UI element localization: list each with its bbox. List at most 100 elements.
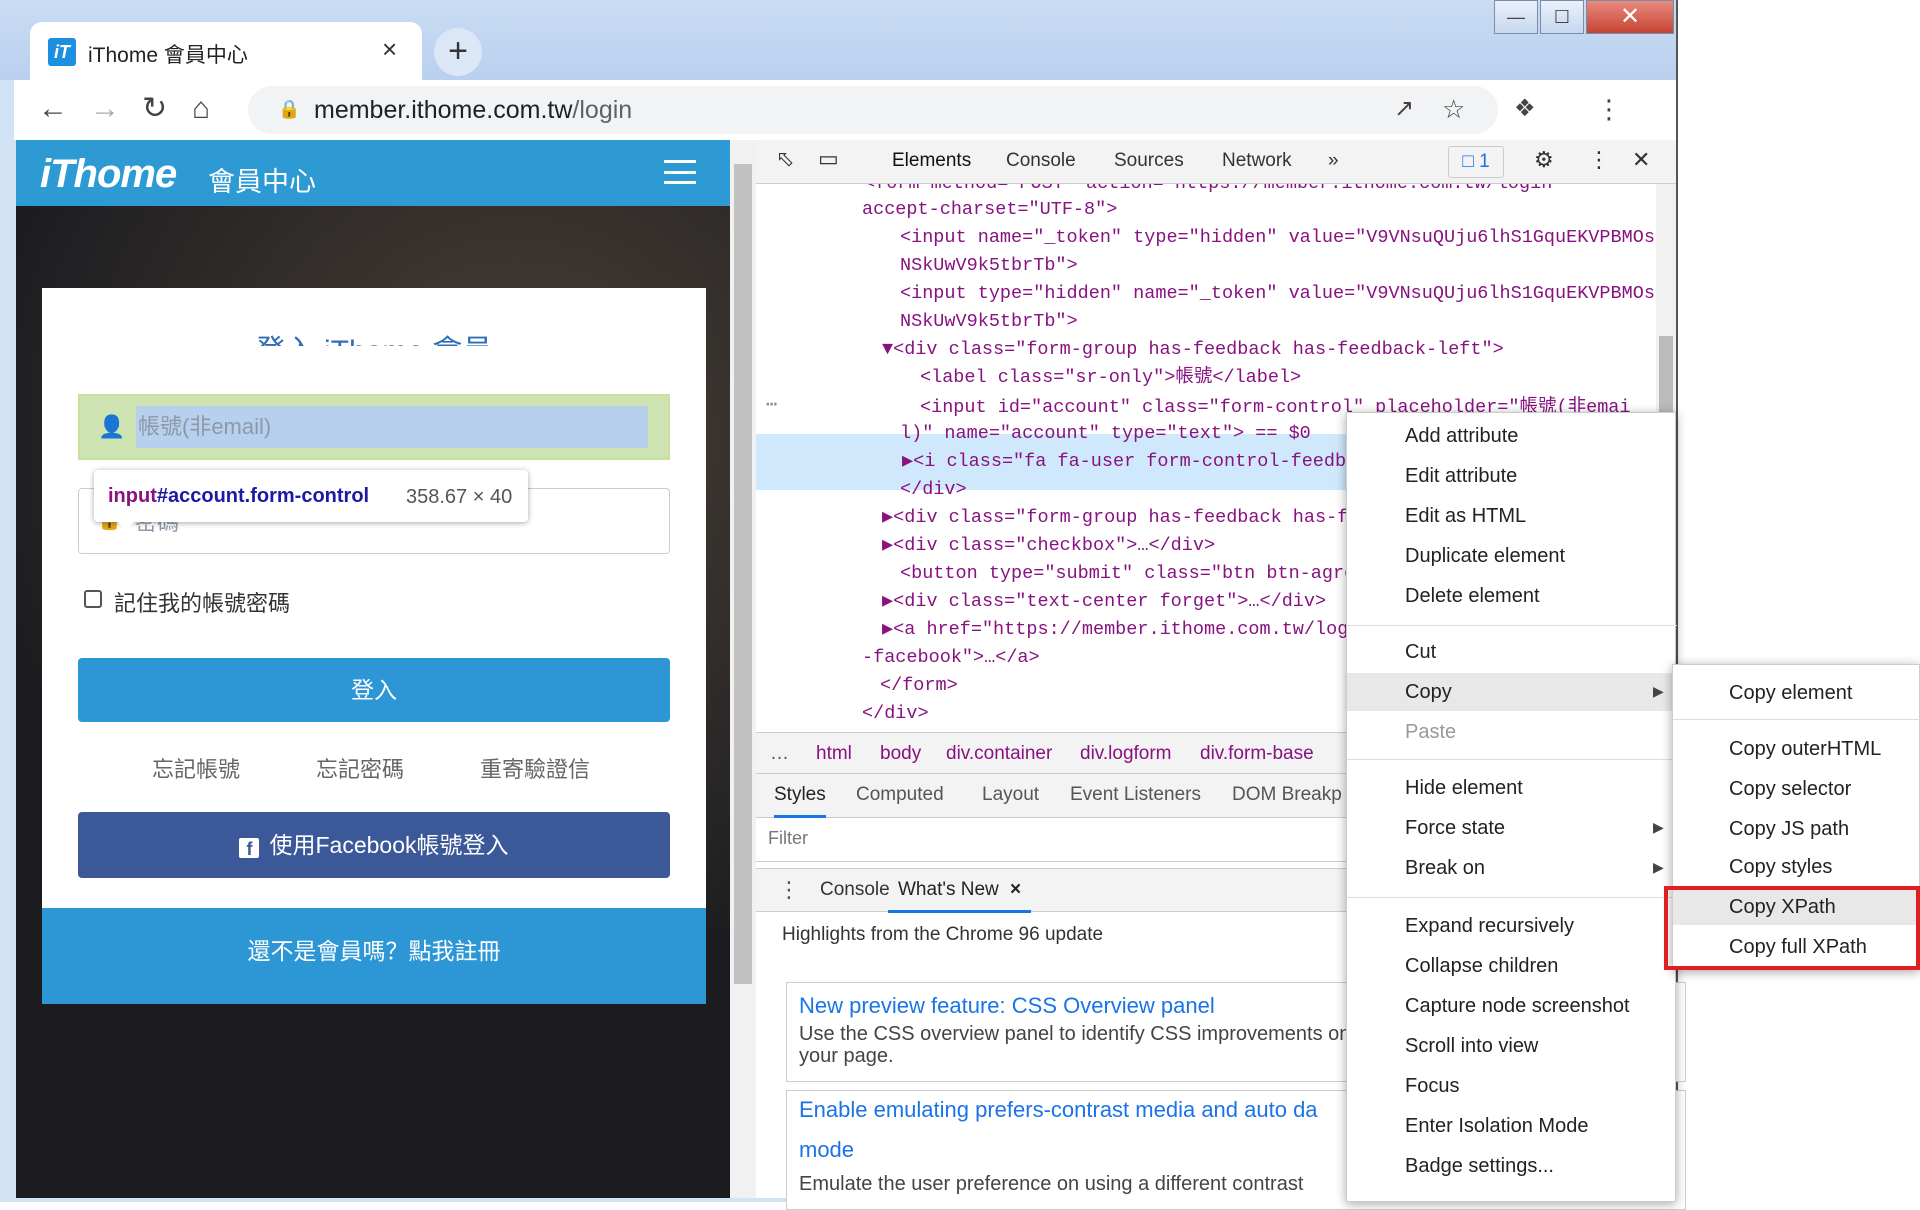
whats-new-title[interactable]: Enable emulating prefers-contrast media … — [799, 1097, 1318, 1123]
whats-new-title[interactable]: New preview feature: CSS Overview panel — [799, 993, 1215, 1019]
devtools-close-icon[interactable]: ✕ — [1632, 147, 1650, 173]
menu-item-add-attribute[interactable]: Add attribute — [1405, 417, 1518, 455]
lock-icon[interactable]: 🔒 — [278, 99, 300, 120]
issues-badge[interactable]: □ 1 — [1448, 146, 1504, 178]
dom-line[interactable]: <button type="submit" class="btn btn-agr… — [900, 560, 1355, 588]
minimize-button[interactable]: — — [1494, 0, 1538, 34]
tab-dom-breakpoints[interactable]: DOM Breakp — [1232, 784, 1342, 806]
menu-item-break-on[interactable]: Break on — [1405, 849, 1485, 887]
menu-item-force-state[interactable]: Force state — [1405, 809, 1505, 847]
devtools-menu-icon[interactable]: ⋮ — [1588, 147, 1610, 173]
menu-item-copy[interactable]: Copy — [1405, 673, 1452, 711]
settings-gear-icon[interactable]: ⚙ — [1534, 147, 1554, 173]
new-tab-button[interactable]: + — [434, 28, 482, 76]
dom-line[interactable]: NSkUwV9k5tbrTb"> — [900, 252, 1078, 280]
breadcrumb-body[interactable]: body — [880, 743, 921, 765]
dom-line[interactable]: </div> — [862, 700, 929, 728]
menu-item-copy-element[interactable]: Copy element — [1729, 675, 1852, 711]
window-close-button[interactable]: ✕ — [1586, 0, 1674, 34]
tab-event-listeners[interactable]: Event Listeners — [1070, 784, 1201, 806]
drawer-tab-close-icon[interactable]: × — [1010, 879, 1021, 900]
device-toolbar-icon[interactable]: ▭ — [818, 146, 839, 172]
dom-line[interactable]: accept-charset="UTF-8"> — [862, 196, 1117, 224]
menu-item-expand-recursively[interactable]: Expand recursively — [1405, 907, 1574, 945]
tab-computed[interactable]: Computed — [856, 784, 944, 806]
menu-item-hide-element[interactable]: Hide element — [1405, 769, 1523, 807]
star-icon[interactable]: ☆ — [1442, 94, 1465, 124]
menu-icon[interactable]: ⋮ — [1596, 94, 1622, 124]
dom-line[interactable]: ▶<div class="checkbox">…</div> — [882, 532, 1215, 560]
tab-elements[interactable]: Elements — [892, 150, 971, 172]
menu-item-cut[interactable]: Cut — [1405, 633, 1436, 671]
inspect-element-icon[interactable]: ⬁ — [776, 146, 794, 172]
login-button[interactable]: 登入 — [78, 658, 670, 722]
dom-line[interactable]: ▶<div class="text-center forget">…</div> — [882, 588, 1326, 616]
account-input[interactable]: 帳號(非email) — [136, 406, 648, 448]
breadcrumb-html[interactable]: html — [816, 743, 852, 765]
menu-item-edit-attribute[interactable]: Edit attribute — [1405, 457, 1517, 495]
account-field-highlight[interactable]: 👤 帳號(非email) — [78, 394, 670, 460]
dom-line[interactable]: ▶<i class="fa fa-user form-control-feedb… — [902, 448, 1357, 476]
browser-tab[interactable]: iT iThome 會員中心 × — [30, 22, 422, 80]
tab-layout[interactable]: Layout — [982, 784, 1039, 806]
drawer-tab-whats-new[interactable]: What's New × — [888, 869, 1032, 913]
facebook-login-button[interactable]: f 使用Facebook帳號登入 — [78, 812, 670, 878]
menu-item-copy-selector[interactable]: Copy selector — [1729, 771, 1851, 807]
dom-line[interactable]: ▼<div class="form-group has-feedback has… — [882, 336, 1504, 364]
breadcrumb-form-base[interactable]: div.form-base — [1200, 743, 1314, 765]
menu-item-scroll-into-view[interactable]: Scroll into view — [1405, 1027, 1538, 1065]
menu-item-enter-isolation-mode[interactable]: Enter Isolation Mode — [1405, 1107, 1588, 1145]
menu-item-focus[interactable]: Focus — [1405, 1067, 1459, 1105]
page-scrollbar-thumb[interactable] — [734, 164, 752, 984]
dom-line[interactable]: <input type="hidden" name="_token" value… — [900, 280, 1655, 308]
breadcrumb-container[interactable]: div.container — [946, 743, 1052, 765]
dom-line[interactable]: </div> — [900, 476, 967, 504]
dom-line[interactable]: </form> — [880, 672, 958, 700]
menu-item-copy-styles[interactable]: Copy styles — [1729, 849, 1832, 885]
drawer-menu-icon[interactable]: ⋮ — [778, 877, 800, 903]
menu-item-badge-settings[interactable]: Badge settings... — [1405, 1147, 1554, 1185]
menu-item-capture-node-screenshot[interactable]: Capture node screenshot — [1405, 987, 1630, 1025]
tab-styles[interactable]: Styles — [774, 784, 826, 818]
menu-item-edit-as-html[interactable]: Edit as HTML — [1405, 497, 1526, 535]
hamburger-icon[interactable] — [664, 160, 696, 184]
dom-line[interactable]: ▶<div class="form-group has-feedback has… — [882, 504, 1348, 532]
dom-line[interactable]: <input name="_token" type="hidden" value… — [900, 224, 1655, 252]
maximize-button[interactable]: ☐ — [1540, 0, 1584, 34]
register-link[interactable]: 還不是會員嗎？點我註冊 — [42, 908, 706, 1004]
page-scrollbar[interactable] — [730, 140, 756, 1198]
remember-checkbox[interactable] — [84, 590, 102, 608]
tab-network[interactable]: Network — [1222, 150, 1292, 172]
menu-item-delete-element[interactable]: Delete element — [1405, 577, 1540, 615]
tab-console[interactable]: Console — [1006, 150, 1076, 172]
dom-line-selected-cont[interactable]: l)" name="account" type="text"> == $0 — [900, 420, 1311, 448]
site-logo[interactable]: iThome — [40, 152, 177, 197]
remember-label[interactable]: 記住我的帳號密碼 — [114, 586, 290, 618]
share-icon[interactable]: ↗ — [1394, 94, 1414, 124]
dom-line[interactable]: ▶<a href="https://member.ithome.com.tw/l… — [882, 616, 1348, 644]
dom-line[interactable]: <label class="sr-only">帳號</label> — [920, 364, 1301, 392]
home-icon[interactable]: ⌂ — [192, 94, 210, 124]
menu-item-copy-outerhtml[interactable]: Copy outerHTML — [1729, 731, 1881, 767]
menu-item-duplicate-element[interactable]: Duplicate element — [1405, 537, 1565, 575]
tab-close-icon[interactable]: × — [382, 34, 397, 65]
more-tabs-icon[interactable]: » — [1328, 150, 1339, 172]
reload-icon[interactable]: ↻ — [142, 94, 167, 124]
extensions-icon[interactable]: ❖ — [1514, 94, 1536, 124]
menu-item-copy-js-path[interactable]: Copy JS path — [1729, 811, 1849, 847]
breadcrumb-more[interactable]: … — [770, 743, 789, 765]
forgot-password-link[interactable]: 忘記密碼 — [316, 752, 404, 784]
drawer-tab-console[interactable]: Console — [820, 879, 890, 901]
address-bar[interactable]: 🔒 member.ithome.com.tw/login — [248, 86, 1498, 134]
resend-verification-link[interactable]: 重寄驗證信 — [480, 752, 590, 784]
back-icon[interactable]: ← — [38, 94, 68, 124]
tab-sources[interactable]: Sources — [1114, 150, 1184, 172]
forward-icon[interactable]: → — [90, 94, 120, 124]
menu-item-collapse-children[interactable]: Collapse children — [1405, 947, 1558, 985]
breadcrumb-logform[interactable]: div.logform — [1080, 743, 1172, 765]
forgot-account-link[interactable]: 忘記帳號 — [152, 752, 240, 784]
dom-line[interactable]: NSkUwV9k5tbrTb"> — [900, 308, 1078, 336]
url-text[interactable]: member.ithome.com.tw/login — [314, 96, 632, 125]
dom-line[interactable]: -facebook">…</a> — [862, 644, 1040, 672]
menu-item-paste[interactable]: Paste — [1405, 713, 1456, 751]
